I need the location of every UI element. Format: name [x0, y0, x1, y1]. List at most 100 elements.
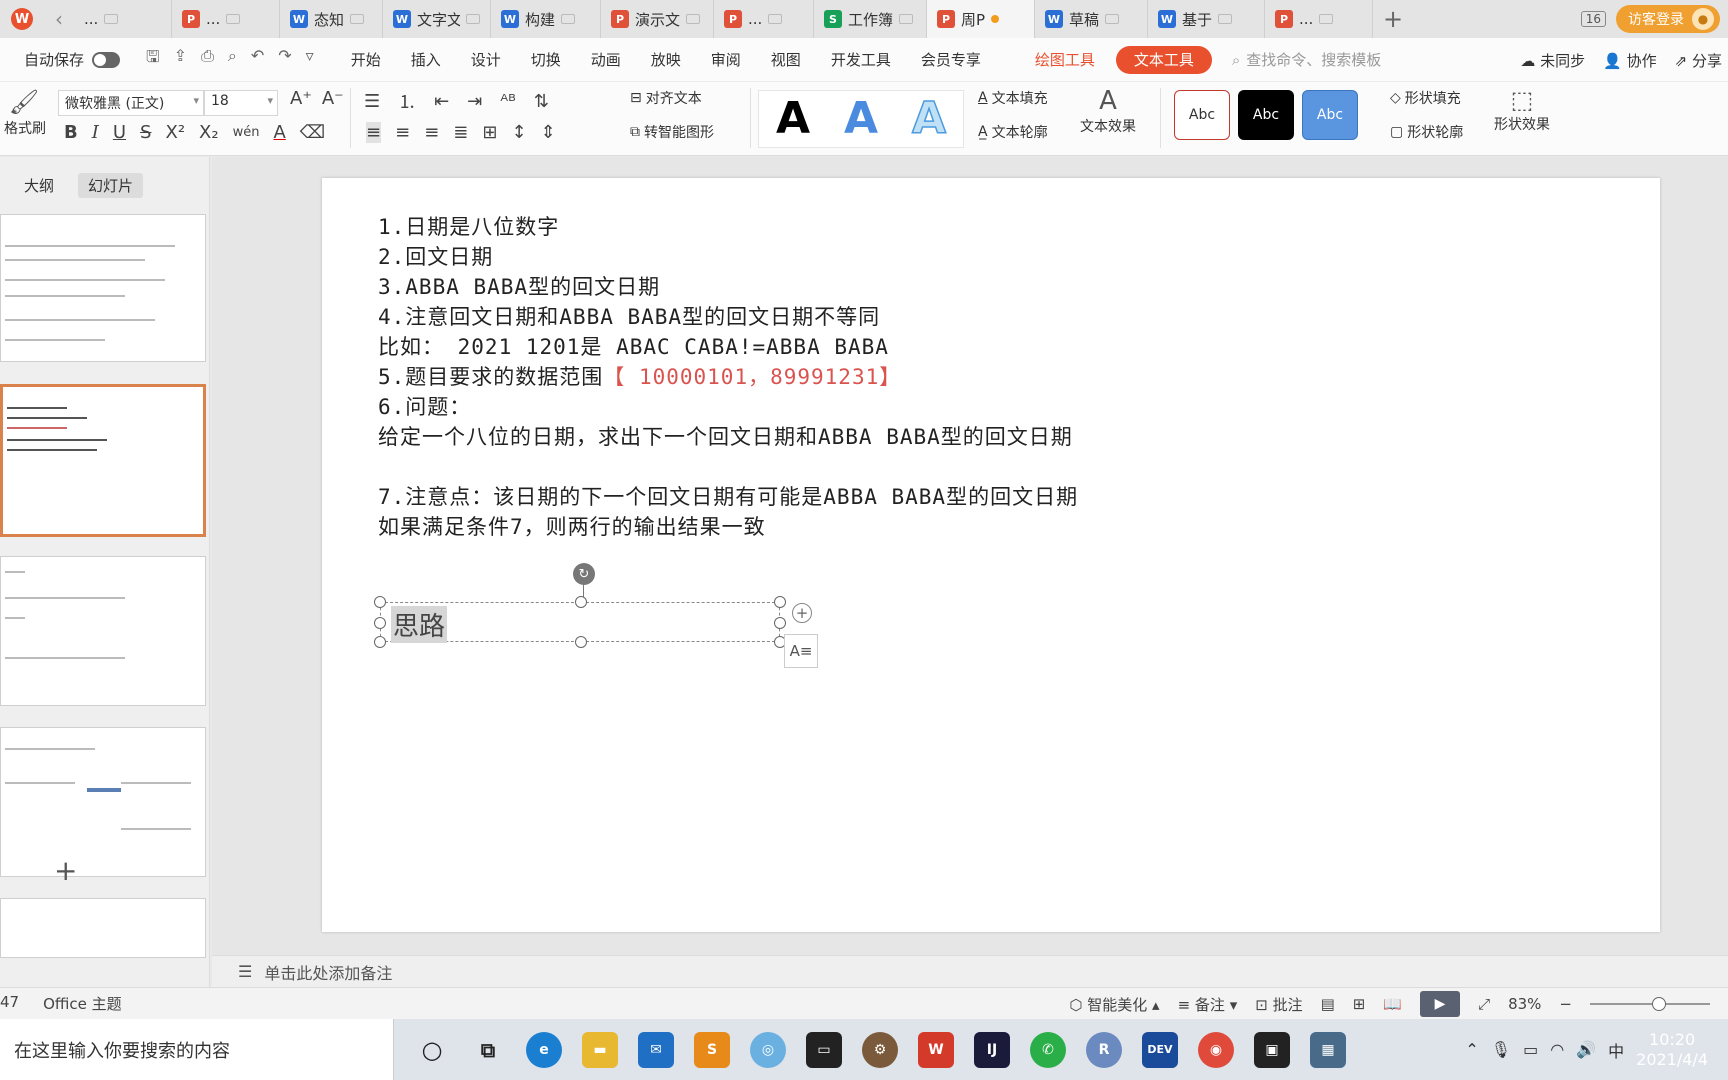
print-icon[interactable]: ⎙: [201, 46, 214, 73]
slide-thumbnail[interactable]: [0, 556, 206, 706]
justify-icon[interactable]: ≣: [453, 122, 468, 143]
underline-icon[interactable]: U: [113, 122, 126, 143]
unsaved-dot-icon[interactable]: [991, 15, 1000, 23]
tab-document[interactable]: W 草稿: [1035, 0, 1148, 38]
shape-style-blue[interactable]: Abc: [1302, 90, 1358, 140]
collab-button[interactable]: 👤 协作: [1603, 50, 1656, 71]
terminal-icon[interactable]: ▭: [806, 1031, 842, 1068]
taskbar-search[interactable]: 在这里输入你要搜索的内容: [0, 1019, 394, 1080]
window-icon[interactable]: [1218, 14, 1233, 24]
fit-window-icon[interactable]: ⤢: [1478, 995, 1490, 1013]
wordart-outline-icon[interactable]: A: [911, 96, 947, 142]
selected-textbox[interactable]: ↻ 思路: [374, 563, 786, 648]
autosave-toggle[interactable]: [92, 51, 121, 68]
subscript-icon[interactable]: X₂: [199, 122, 219, 143]
window-icon[interactable]: [350, 14, 365, 24]
tab-document[interactable]: P 周P: [927, 0, 1035, 38]
ime-indicator[interactable]: 中: [1608, 1038, 1624, 1062]
text-effect-button[interactable]: A 文本效果: [1080, 86, 1136, 136]
font-name-select[interactable]: 微软雅黑 (正文): [58, 90, 204, 116]
menu-item[interactable]: 视图: [756, 38, 816, 82]
back-arrow-icon[interactable]: ‹: [44, 7, 74, 31]
tab-slides[interactable]: 幻灯片: [78, 173, 144, 198]
export-icon[interactable]: ⇪: [174, 46, 187, 73]
text-outline-button[interactable]: A̲ 文本轮廓: [978, 122, 1048, 142]
slide-text-line[interactable]: 4.注意回文日期和ABBA BABA型的回文日期不等同: [378, 302, 1078, 332]
para-spacing-icon[interactable]: ⇕: [541, 122, 556, 143]
normal-view-icon[interactable]: ▤: [1321, 995, 1335, 1013]
menu-item[interactable]: 会员专享: [906, 38, 996, 82]
slide-thumbnail[interactable]: [0, 898, 206, 958]
slide-text-line[interactable]: 给定一个八位的日期，求出下一个回文日期和ABBA BABA型的回文日期: [378, 422, 1078, 452]
wordart-blue-icon[interactable]: A: [844, 97, 878, 141]
window-icon[interactable]: [1105, 14, 1120, 24]
window-icon[interactable]: [466, 14, 480, 24]
slide-text-line[interactable]: 7.注意点：该日期的下一个回文日期有可能是ABBA BABA型的回文日期: [378, 482, 1078, 512]
shrink-font-icon[interactable]: A⁻: [322, 88, 344, 109]
camera-icon[interactable]: ▣: [1254, 1031, 1290, 1068]
redo-icon[interactable]: ↷: [278, 46, 291, 73]
menu-item[interactable]: 切换: [516, 38, 576, 82]
tab-document[interactable]: P...: [172, 0, 280, 38]
bullet-list-icon[interactable]: ☰: [364, 91, 380, 112]
autosave[interactable]: 自动保存: [0, 49, 121, 70]
menu-item[interactable]: 开始: [336, 38, 396, 82]
window-icon[interactable]: [768, 14, 783, 24]
customize-chevron-icon[interactable]: ▿: [306, 46, 314, 73]
slide-content[interactable]: 1.日期是八位数字 2.回文日期 3.ABBA BABA型的回文日期 4.注意回文日期…: [378, 212, 1078, 542]
cortana-icon[interactable]: ○: [414, 1032, 450, 1068]
numbered-list-icon[interactable]: ⒈: [398, 88, 416, 114]
window-icon[interactable]: [561, 14, 576, 24]
grow-font-icon[interactable]: A⁺: [290, 88, 312, 109]
window-icon[interactable]: [899, 14, 914, 24]
resize-handle[interactable]: [575, 596, 587, 608]
play-slideshow-button[interactable]: ▶: [1420, 991, 1461, 1017]
resize-handle[interactable]: [374, 596, 386, 608]
window-icon[interactable]: [226, 14, 241, 24]
notes-toggle-button[interactable]: ≡ 备注 ▾: [1178, 994, 1238, 1015]
task-view-icon[interactable]: ⧉: [470, 1032, 506, 1068]
r-icon[interactable]: R: [1086, 1031, 1122, 1068]
slide-text-line[interactable]: 1.日期是八位数字: [378, 212, 1078, 242]
resize-handle[interactable]: [774, 596, 786, 608]
tab-outline[interactable]: 大纲: [14, 173, 64, 198]
phonetic-icon[interactable]: wén: [233, 125, 260, 140]
sort-icon[interactable]: ⇅: [534, 91, 549, 112]
textbox-text[interactable]: 思路: [391, 606, 448, 643]
wordart-gallery[interactable]: A A A: [758, 90, 964, 148]
window-count-icon[interactable]: 16: [1580, 11, 1606, 27]
battery-icon[interactable]: ▭: [1523, 1040, 1538, 1059]
menu-item[interactable]: 插入: [396, 38, 456, 82]
align-right-icon[interactable]: ≡: [424, 122, 439, 143]
tab-document[interactable]: W 构建: [491, 0, 601, 38]
distribute-icon[interactable]: ⊞: [482, 122, 497, 143]
menu-text-tools[interactable]: 文本工具: [1115, 45, 1212, 74]
slide-text-line[interactable]: 5.题目要求的数据范围【 10000101，89991231】: [378, 362, 1078, 392]
menu-item[interactable]: 设计: [456, 38, 516, 82]
theme-name[interactable]: Office 主题: [43, 993, 122, 1014]
zoom-slider[interactable]: [1590, 997, 1710, 1011]
unsync-button[interactable]: ☁ 未同步: [1520, 50, 1585, 71]
strikethrough-icon[interactable]: S: [140, 122, 151, 143]
format-brush-button[interactable]: 🖌 格式刷: [4, 88, 46, 138]
add-slide-button[interactable]: +: [54, 854, 77, 887]
tray-expand-icon[interactable]: ⌃: [1465, 1040, 1478, 1059]
reading-view-icon[interactable]: 📖: [1383, 995, 1402, 1013]
file-explorer-icon[interactable]: ▬: [582, 1031, 618, 1068]
window-icon[interactable]: [104, 14, 119, 24]
menu-item[interactable]: 审阅: [696, 38, 756, 82]
slide-text-line[interactable]: 如果满足条件7，则两行的输出结果一致: [378, 512, 1078, 542]
slide-text-line[interactable]: 比如： 2021 1201是 ABAC CABA!=ABBA BABA: [378, 332, 1078, 362]
font-color-icon[interactable]: A: [273, 122, 285, 143]
clock[interactable]: 10:20 2021/4/4: [1636, 1030, 1708, 1070]
app-icon[interactable]: ◎: [750, 1031, 786, 1068]
sorter-view-icon[interactable]: ⊞: [1353, 995, 1366, 1013]
slide-text-line[interactable]: 3.ABBA BABA型的回文日期: [378, 272, 1078, 302]
smart-shape-button[interactable]: ⧉ 转智能图形: [630, 122, 714, 142]
devcpp-icon[interactable]: DEV: [1142, 1031, 1178, 1068]
slide-thumbnail[interactable]: [0, 214, 206, 362]
window-icon[interactable]: [686, 14, 701, 24]
tab-document[interactable]: ...: [74, 0, 172, 38]
tab-document[interactable]: S 工作簿: [814, 0, 927, 38]
slide-text-line[interactable]: 6.问题：: [378, 392, 1078, 422]
